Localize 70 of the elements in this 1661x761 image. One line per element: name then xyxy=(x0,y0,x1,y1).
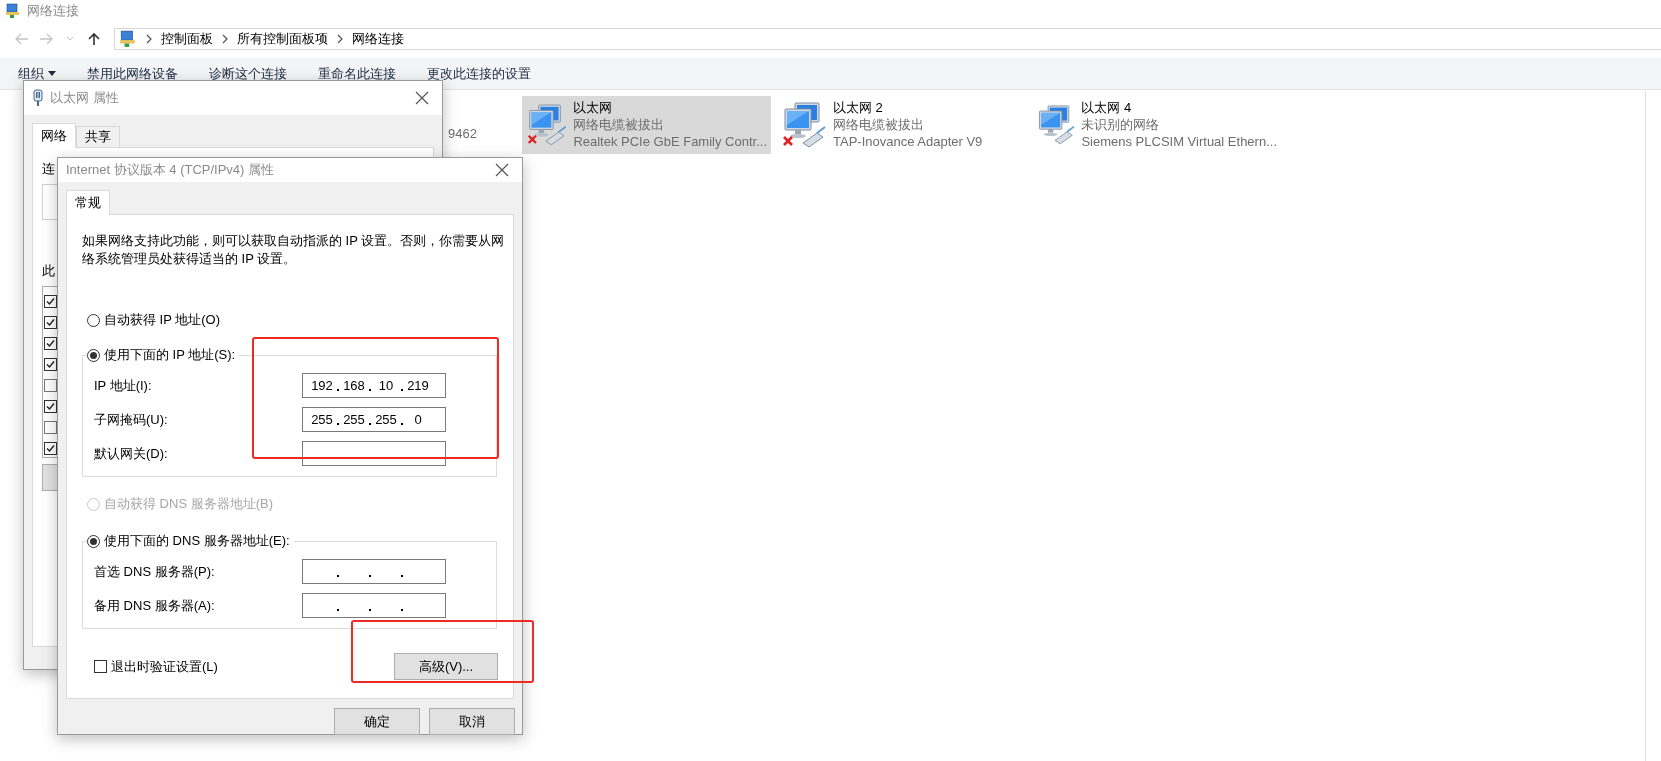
cancel-button[interactable]: 取消 xyxy=(429,708,515,735)
field-label: 首选 DNS 服务器(P): xyxy=(94,562,216,581)
checkmark-icon xyxy=(46,444,55,453)
breadcrumb-item[interactable]: 控制面板 xyxy=(161,30,213,48)
breadcrumb-item[interactable]: 网络连接 xyxy=(352,30,404,48)
field-label: IP 地址(I): xyxy=(94,376,153,395)
adapter-status: 未识别的网络 xyxy=(1081,116,1161,133)
adapter-item[interactable]: 以太网 网络电缆被拔出 Realtek PCIe GbE Family Contr... xyxy=(522,96,771,154)
checkmark-icon xyxy=(46,360,55,369)
radio-button[interactable]: 使用下面的 DNS 服务器地址(E): xyxy=(87,532,294,550)
toolbar-command[interactable]: 重命名此连接 xyxy=(318,64,396,83)
checkmark-icon xyxy=(46,339,55,348)
window-title: 网络连接 xyxy=(27,2,79,20)
field-label: 默认网关(D): xyxy=(94,444,169,463)
checkbox[interactable] xyxy=(44,295,57,308)
adapter-device: Siemens PLCSIM Virtual Ethern... xyxy=(1081,133,1277,150)
adapter-name: 以太网 xyxy=(573,99,614,116)
advanced-button[interactable]: 高级(V)... xyxy=(394,653,498,680)
checkmark-icon xyxy=(46,402,55,411)
adapter-status: 网络电缆被拔出 xyxy=(573,116,666,133)
tab[interactable]: 常规 xyxy=(66,190,110,215)
field-label: 备用 DNS 服务器(A): xyxy=(94,596,216,615)
ip-address-field[interactable]: 255 255 255 0 xyxy=(302,407,446,432)
adapter-status: 网络电缆被拔出 xyxy=(833,116,925,133)
ip-address-field[interactable]: 192 168 10 219 xyxy=(302,373,446,398)
adapter-device: Realtek PCIe GbE Family Contr... xyxy=(573,133,767,150)
adapter-device: TAP-Inovance Adapter V9 xyxy=(833,133,983,150)
address-bar[interactable]: 控制面板 所有控制面板项 网络连接 xyxy=(114,28,1661,50)
close-icon xyxy=(495,163,509,177)
dialog-title: Internet 协议版本 4 (TCP/IPv4) 属性 xyxy=(66,161,276,179)
checkbox[interactable] xyxy=(44,316,57,329)
chevron-icon xyxy=(221,34,229,44)
checkmark-icon xyxy=(46,318,55,327)
chevron-icon xyxy=(145,34,153,44)
chevron-icon xyxy=(336,34,344,44)
network-folder-icon xyxy=(119,30,137,48)
radio-button[interactable]: 使用下面的 IP 地址(S): xyxy=(87,346,240,364)
ip-address-field[interactable] xyxy=(302,593,446,618)
adapter-description: 9462 xyxy=(448,126,477,141)
toolbar-command[interactable]: 更改此连接的设置 xyxy=(427,64,531,83)
adapter-item[interactable]: 以太网 2 网络电缆被拔出 TAP-Inovance Adapter V9 xyxy=(777,96,1026,154)
organize-menu[interactable]: 组织 xyxy=(18,64,56,83)
checkbox[interactable] xyxy=(44,442,57,455)
network-folder-icon xyxy=(5,3,21,19)
checkbox[interactable] xyxy=(44,379,57,392)
toolbar-command[interactable]: 诊断这个连接 xyxy=(209,64,287,83)
close-icon xyxy=(415,91,429,105)
dialog-title: 以太网 属性 xyxy=(50,89,120,107)
tab[interactable]: 网络 xyxy=(32,123,76,148)
description-text: 如果网络支持此功能，则可以获取自动指派的 IP 设置。否则，你需要从网络系统管理员处获得适当的 IP 设置。 xyxy=(82,232,506,268)
checkbox[interactable] xyxy=(44,358,57,371)
toolbar-command[interactable]: 禁用此网络设备 xyxy=(87,64,178,83)
breadcrumb-item[interactable]: 所有控制面板项 xyxy=(237,30,328,48)
checkbox[interactable] xyxy=(44,400,57,413)
section-label: 此 xyxy=(42,262,55,280)
adapter-item[interactable]: 以太网 4 未识别的网络 Siemens PLCSIM Virtual Ethern... xyxy=(1032,96,1281,154)
ok-button[interactable]: 确定 xyxy=(334,708,420,735)
section-label: 连 xyxy=(42,160,55,178)
checkbox[interactable] xyxy=(44,337,57,350)
ip-address-field[interactable] xyxy=(302,559,446,584)
checkbox[interactable] xyxy=(44,421,57,434)
validate-checkbox[interactable]: 退出时验证设置(L) xyxy=(94,657,218,676)
adapter-name: 以太网 4 xyxy=(1081,99,1133,116)
plug-icon xyxy=(32,89,44,107)
caret-down-icon xyxy=(48,71,56,76)
ip-address-field[interactable] xyxy=(302,441,446,466)
adapter-name: 以太网 2 xyxy=(833,99,884,116)
checkmark-icon xyxy=(46,297,55,306)
field-label: 子网掩码(U): xyxy=(94,410,169,429)
tab[interactable]: 共享 xyxy=(76,126,120,148)
